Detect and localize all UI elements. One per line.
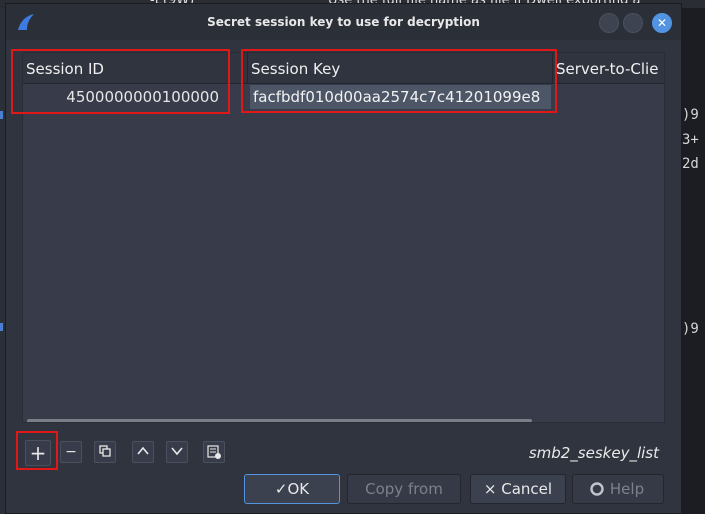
close-button[interactable]: ✕ [652,13,672,33]
session-id-cell[interactable]: 4500000000100000 [23,85,223,109]
maximize-button[interactable] [623,13,643,33]
dialog-title: Secret session key to use for decryption [207,15,480,29]
chevron-down-icon [171,447,183,456]
column-header-session-id[interactable]: Session ID [23,53,248,83]
background-right-strip: )9 3+ 2d )9 [682,8,705,514]
copy-entry-button[interactable] [94,441,116,463]
minimize-button[interactable] [599,13,619,33]
copy-icon [99,445,111,457]
session-key-table[interactable]: Session ID Session Key Server-to-Clie 45… [22,52,665,423]
help-icon [590,482,604,496]
title-bar[interactable]: Secret session key to use for decryption… [6,4,681,40]
table-header: Session ID Session Key Server-to-Clie [23,53,664,84]
remove-entry-button[interactable]: − [60,441,82,463]
help-label: Help [609,480,645,498]
ok-button[interactable]: ✓OK [244,474,340,504]
chevron-up-icon [137,446,149,455]
move-up-button[interactable] [132,441,154,463]
background-text: )9 [682,321,699,337]
uat-table-name: smb2_seskey_list [528,444,659,462]
move-down-button[interactable] [166,441,188,463]
background-text: 2d [682,156,699,172]
background-marker [0,111,3,119]
column-header-server-to-client[interactable]: Server-to-Clie [553,53,664,83]
help-button[interactable]: Help [572,474,664,504]
session-key-cell[interactable]: facfbdf010d00aa2574c7c41201099e8 [250,85,551,109]
cancel-button[interactable]: × Cancel [470,474,566,504]
background-marker [0,323,3,331]
copy-from-button[interactable]: Copy from [347,474,461,504]
add-entry-button[interactable]: + [25,440,51,466]
background-text: )9 [682,107,699,123]
horizontal-scrollbar[interactable] [27,419,532,422]
decryption-key-dialog: Secret session key to use for decryption… [5,3,682,514]
background-text: 3+ [682,132,699,148]
clear-entries-button[interactable] [203,441,225,463]
clear-list-icon [207,445,221,459]
column-header-session-key[interactable]: Session Key [248,53,553,83]
